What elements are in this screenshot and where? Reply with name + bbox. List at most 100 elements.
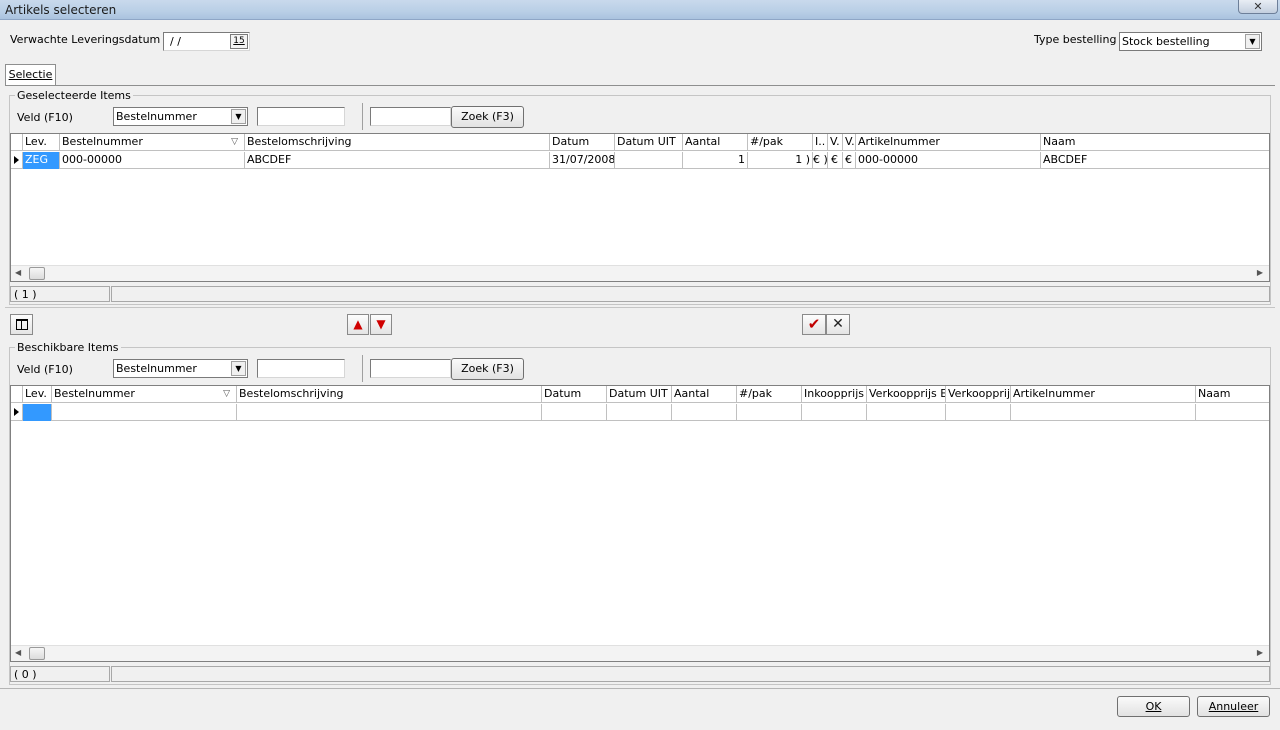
current-row-icon [14,156,19,164]
check-icon: ✔ [807,315,821,333]
col-header-artikelnummer[interactable]: Artikelnummer [856,134,1041,151]
col-header-lev[interactable]: Lev. [23,386,52,403]
col-header-naam[interactable]: Naam [1196,386,1269,403]
columns-button[interactable] [10,314,33,335]
cell-bestelomschrijving[interactable] [237,404,542,421]
cell-pak[interactable]: 1 ) [748,152,813,169]
col-header-datum-uit[interactable]: Datum UIT [615,134,683,151]
calendar-icon-glyph: 15 [233,36,245,46]
ok-button[interactable]: OK [1117,696,1190,717]
move-up-button[interactable]: ▲ [347,314,369,335]
selected-grid-header: Lev. Bestelnummer ▽ Bestelomschrijving Da… [11,134,1269,151]
accept-button[interactable]: ✔ [802,314,826,335]
selected-filter-input[interactable] [257,107,345,126]
col-header-bestelnummer[interactable]: Bestelnummer ▽ [60,134,245,151]
available-horizontal-scrollbar[interactable]: ◀ ▶ [11,645,1269,661]
available-filter-input[interactable] [257,359,345,378]
cell-verkoopprijs-ex[interactable] [867,404,946,421]
col-header-aantal[interactable]: Aantal [683,134,748,151]
cell-datum-uit[interactable] [615,152,683,169]
available-search-button[interactable]: Zoek (F3) [451,358,524,380]
col-header-inkoopprijs[interactable]: Inkoopprijs [802,386,867,403]
col-header-bestelomschrijving[interactable]: Bestelomschrijving [245,134,550,151]
cell-lev[interactable] [23,404,52,421]
cancel-button[interactable]: Annuleer [1197,696,1270,717]
arrow-up-icon: ▲ [353,317,363,331]
available-search-input[interactable] [370,359,451,378]
table-row[interactable]: ZEG 000-00000 ABCDEF 31/07/2008 1 1 ) € … [11,152,1269,169]
delivery-date-field[interactable]: / / 15 [163,32,250,51]
move-down-button[interactable]: ▼ [370,314,392,335]
selected-search-button[interactable]: Zoek (F3) [451,106,524,128]
selected-items-grid[interactable]: Lev. Bestelnummer ▽ Bestelomschrijving Da… [10,133,1270,282]
order-type-value: Stock bestelling [1122,35,1210,48]
cell-inkoopprijs[interactable] [802,404,867,421]
cell-datum[interactable] [542,404,607,421]
cell-datum[interactable]: 31/07/2008 [550,152,615,169]
cell-pak[interactable] [737,404,802,421]
col-header-naam[interactable]: Naam [1041,134,1269,151]
cell-v2[interactable]: € [843,152,856,169]
scroll-left-icon[interactable]: ◀ [15,648,21,657]
col-header-datum-uit[interactable]: Datum UIT [607,386,672,403]
table-row[interactable] [11,404,1269,421]
cell-lev[interactable]: ZEG [23,152,60,169]
selected-status-panel [111,286,1270,302]
scroll-left-icon[interactable]: ◀ [15,268,21,277]
col-header-verkoopprijs[interactable]: Verkoopprijs [946,386,1011,403]
cell-datum-uit[interactable] [607,404,672,421]
cell-v1[interactable]: € [828,152,843,169]
scroll-thumb[interactable] [29,647,45,660]
cell-aantal[interactable]: 1 [683,152,748,169]
cell-bestelnummer[interactable] [52,404,237,421]
col-header-verkoopprijs-ex[interactable]: Verkoopprijs Ex [867,386,946,403]
col-header-pak[interactable]: #/pak [737,386,802,403]
selected-count-status: ( 1 ) [10,286,110,302]
col-header-datum[interactable]: Datum [550,134,615,151]
section-divider [5,307,1275,308]
sort-icon: ▽ [231,137,238,147]
scroll-right-icon[interactable]: ▶ [1257,268,1263,277]
available-count-status: ( 0 ) [10,666,110,682]
col-header-i[interactable]: I.. [813,134,828,151]
col-header-aantal[interactable]: Aantal [672,386,737,403]
available-items-grid[interactable]: Lev. Bestelnummer ▽ Bestelomschrijving Da… [10,385,1270,662]
col-header-lev[interactable]: Lev. [23,134,60,151]
col-header-artikelnummer[interactable]: Artikelnummer [1011,386,1196,403]
cell-naam[interactable]: ABCDEF [1041,152,1269,169]
available-grid-header: Lev. Bestelnummer ▽ Bestelomschrijving Da… [11,386,1269,403]
available-field-select[interactable]: Bestelnummer ▼ [113,359,248,378]
selected-field-select[interactable]: Bestelnummer ▼ [113,107,248,126]
cell-i[interactable]: € ) [813,152,828,169]
cell-artikelnummer[interactable]: 000-00000 [856,152,1041,169]
order-type-label: Type bestelling [1034,33,1117,46]
delivery-date-value: / / [170,35,181,48]
tab-selectie[interactable]: Selectie [5,64,56,86]
cell-aantal[interactable] [672,404,737,421]
col-header-v1[interactable]: V. [828,134,843,151]
col-header-v2[interactable]: V. [843,134,856,151]
col-header-pak[interactable]: #/pak [748,134,813,151]
col-header-bestelnummer-label: Bestelnummer [54,387,135,400]
scroll-thumb[interactable] [29,267,45,280]
arrow-down-icon: ▼ [376,317,386,331]
cell-bestelomschrijving[interactable]: ABCDEF [245,152,550,169]
cell-artikelnummer[interactable] [1011,404,1196,421]
selected-horizontal-scrollbar[interactable]: ◀ ▶ [11,265,1269,281]
x-icon: ✕ [832,316,844,332]
calendar-icon[interactable]: 15 [230,34,248,49]
col-header-bestelnummer[interactable]: Bestelnummer ▽ [52,386,237,403]
col-header-bestelomschrijving[interactable]: Bestelomschrijving [237,386,542,403]
scroll-right-icon[interactable]: ▶ [1257,648,1263,657]
cell-naam[interactable] [1196,404,1269,421]
col-header-datum[interactable]: Datum [542,386,607,403]
cancel-button-label: Annuleer [1208,700,1259,713]
close-button[interactable]: ✕ [1238,0,1278,14]
cell-bestelnummer[interactable]: 000-00000 [60,152,245,169]
selected-search-input[interactable] [370,107,451,126]
reject-button[interactable]: ✕ [826,314,850,335]
chevron-down-icon: ▼ [1245,34,1260,49]
cell-verkoopprijs[interactable] [946,404,1011,421]
order-type-select[interactable]: Stock bestelling ▼ [1119,32,1262,51]
divider [362,103,363,130]
